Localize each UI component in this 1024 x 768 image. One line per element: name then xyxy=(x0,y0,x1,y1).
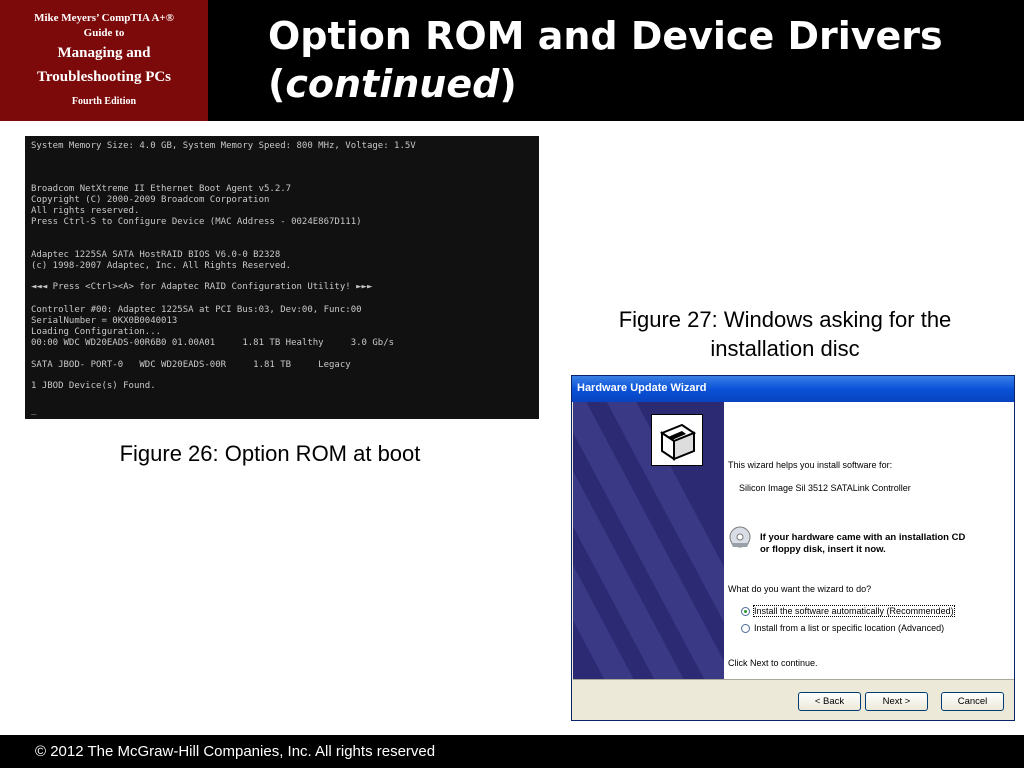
boot-line: Broadcom NetXtreme II Ethernet Boot Agen… xyxy=(31,184,292,194)
click-next-text: Click Next to continue. xyxy=(728,658,818,668)
boot-line: System Memory Size: 4.0 GB, System Memor… xyxy=(31,141,416,151)
boot-line: Copyright (C) 2000-2009 Broadcom Corpora… xyxy=(31,195,270,205)
wizard-side-banner xyxy=(573,402,724,679)
boot-line: Press Ctrl-S to Configure Device (MAC Ad… xyxy=(31,217,362,227)
boot-line: 1 JBOD Device(s) Found. xyxy=(31,381,156,391)
boot-line: ◄◄◄ Press <Ctrl><A> for Adaptec RAID Con… xyxy=(31,282,373,292)
title-continued: continued xyxy=(285,62,500,106)
insert-cd-text-line2: or floppy disk, insert it now. xyxy=(760,544,886,555)
slide-title-line2: (continued) xyxy=(268,60,943,108)
next-button[interactable]: Next > xyxy=(865,692,928,711)
slide-title: Option ROM and Device Drivers (continued… xyxy=(268,12,943,108)
hardware-update-wizard-window: Hardware Update Wizard This wizard helps… xyxy=(571,375,1015,721)
wizard-content: This wizard helps you install software f… xyxy=(724,402,1014,679)
figure-27-caption-line2: installation disc xyxy=(710,336,860,361)
boot-line: SerialNumber = 0KX0B0040013 xyxy=(31,316,178,326)
boot-line: Adaptec 1225SA SATA HostRAID BIOS V6.0-0… xyxy=(31,250,281,260)
boot-line: Controller #00: Adaptec 1225SA at PCI Bu… xyxy=(31,305,362,315)
radio-install-from-list[interactable] xyxy=(741,624,750,633)
book-title-line1: Managing and xyxy=(57,45,151,61)
cancel-button[interactable]: Cancel xyxy=(941,692,1004,711)
title-open-paren: ( xyxy=(268,62,286,106)
hardware-wizard-icon xyxy=(651,414,703,466)
copyright-text: © 2012 The McGraw-Hill Companies, Inc. A… xyxy=(35,743,436,760)
book-guide-to: Guide to xyxy=(83,27,125,39)
wizard-titlebar: Hardware Update Wizard xyxy=(572,376,1014,402)
wizard-title: Hardware Update Wizard xyxy=(577,382,707,394)
book-title-line2: Troubleshooting PCs xyxy=(36,69,172,85)
boot-line: (c) 1998-2007 Adaptec, Inc. All Rights R… xyxy=(31,261,292,271)
option-install-from-list-label[interactable]: Install from a list or specific location… xyxy=(754,623,944,633)
book-title-box: Mike Meyers’ CompTIA A+® Guide to Managi… xyxy=(0,0,208,121)
boot-cursor: _ xyxy=(31,406,37,416)
boot-line: Loading Configuration... xyxy=(31,327,162,337)
cd-icon xyxy=(729,526,751,548)
wizard-intro-text: This wizard helps you install software f… xyxy=(728,460,893,470)
back-button[interactable]: < Back xyxy=(798,692,861,711)
book-author: Mike Meyers’ CompTIA A+® xyxy=(34,12,174,24)
option-rom-boot-screen: System Memory Size: 4.0 GB, System Memor… xyxy=(25,136,539,419)
boot-line: 00:00 WDC WD20EADS-00R6B0 01.00A01 1.81 … xyxy=(31,338,395,348)
radio-install-automatically[interactable] xyxy=(741,607,750,616)
book-edition: Fourth Edition xyxy=(71,96,137,107)
figure-27-caption: Figure 27: Windows asking for the instal… xyxy=(578,305,992,363)
slide-header: Mike Meyers’ CompTIA A+® Guide to Managi… xyxy=(0,0,1024,121)
boot-line: All rights reserved. xyxy=(31,206,140,216)
boot-line: SATA JBOD- PORT-0 WDC WD20EADS-00R 1.81 … xyxy=(31,360,351,370)
title-close-paren: ) xyxy=(499,62,517,106)
slide-footer: © 2012 The McGraw-Hill Companies, Inc. A… xyxy=(0,735,1024,768)
wizard-question: What do you want the wizard to do? xyxy=(728,584,872,594)
slide-title-line1: Option ROM and Device Drivers xyxy=(268,14,943,58)
device-name: Silicon Image Sil 3512 SATALink Controll… xyxy=(739,483,911,493)
option-install-automatically-label[interactable]: Install the software automatically (Reco… xyxy=(753,605,955,617)
insert-cd-text-line1: If your hardware came with an installati… xyxy=(760,532,966,543)
figure-27-caption-line1: Figure 27: Windows asking for the xyxy=(618,307,952,332)
wizard-button-bar: < Back Next > Cancel xyxy=(573,679,1014,720)
figure-26-caption: Figure 26: Option ROM at boot xyxy=(119,441,421,466)
